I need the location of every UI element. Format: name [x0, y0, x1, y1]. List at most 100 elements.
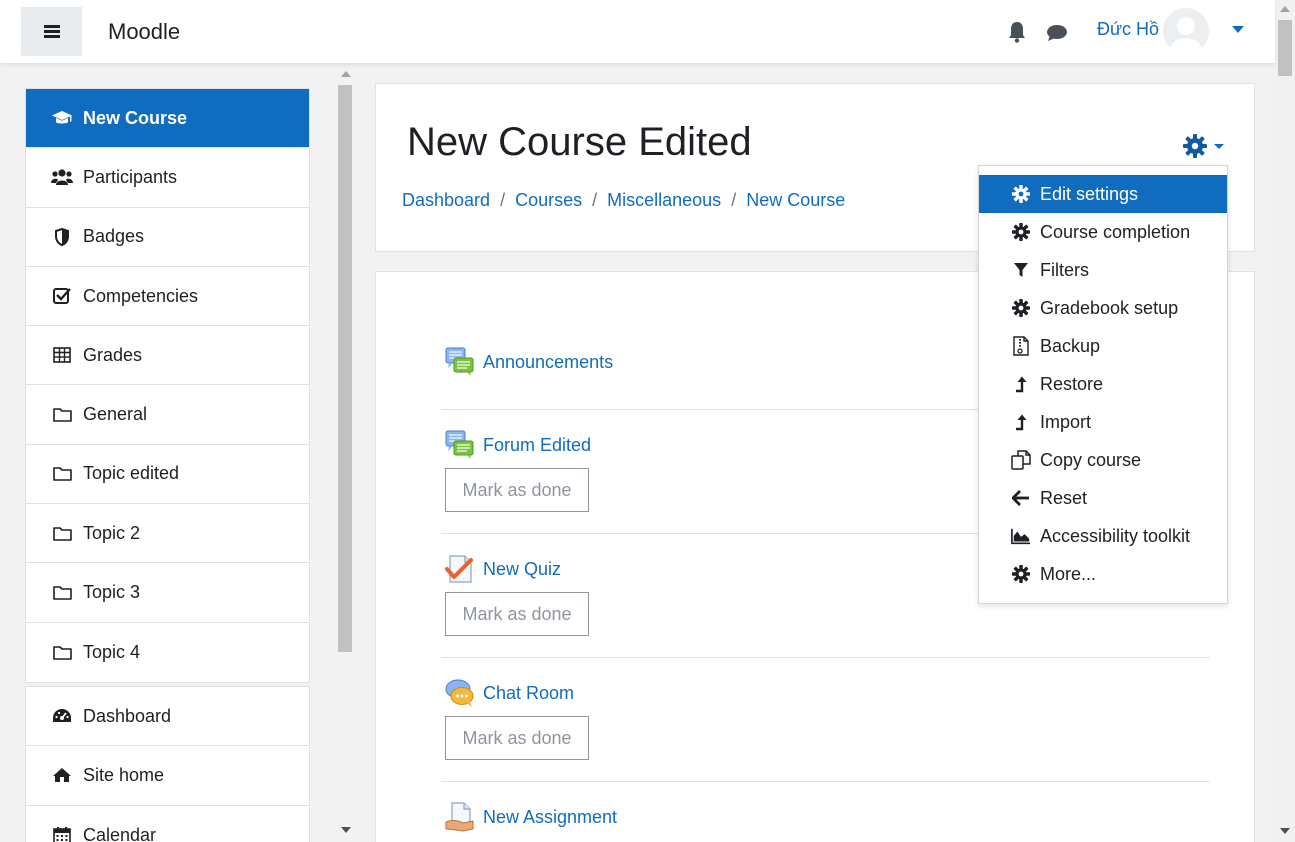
navbar: Moodle Đức Hồ: [0, 0, 1275, 63]
folder-icon: [51, 465, 73, 483]
menu-item-label: Import: [1040, 411, 1092, 432]
folder-icon: [51, 643, 73, 661]
sidebar-item-competencies[interactable]: Competencies: [26, 267, 309, 327]
breadcrumb-link[interactable]: New Course: [746, 190, 845, 211]
menu-item-edit-settings[interactable]: Edit settings: [979, 175, 1227, 213]
users-icon: [51, 168, 73, 186]
activity-item: Chat Room Mark as done: [441, 658, 1210, 782]
activity-item: New Assignment: [441, 782, 1210, 842]
activity-row: New Assignment: [445, 802, 617, 832]
activity-link[interactable]: Forum Edited: [483, 435, 591, 456]
sidebar-item-topic-edited[interactable]: Topic edited: [26, 445, 309, 505]
scroll-down-arrow-icon[interactable]: [1280, 828, 1290, 834]
sidebar-item-label: Participants: [83, 166, 178, 187]
sidebar-item-participants[interactable]: Participants: [26, 148, 309, 208]
menu-item-label: Copy course: [1040, 449, 1142, 470]
sidebar-item-label: New Course: [83, 107, 188, 128]
sidebar-item-label: Topic 2: [83, 522, 141, 543]
activity-link[interactable]: Announcements: [483, 352, 613, 373]
menu-item-label: Accessibility toolkit: [1040, 525, 1191, 546]
sidebar-item-dashboard[interactable]: Dashboard: [26, 687, 309, 747]
menu-item-label: Edit settings: [1040, 183, 1139, 204]
filter-icon: [1011, 260, 1031, 280]
menu-item-label: More...: [1040, 563, 1097, 584]
sidebar-item-topic-2[interactable]: Topic 2: [26, 504, 309, 564]
breadcrumb-link[interactable]: Dashboard: [402, 190, 490, 211]
scroll-up-arrow-icon[interactable]: [341, 71, 351, 77]
cog-icon: [1011, 298, 1031, 318]
menu-item-filters[interactable]: Filters: [979, 251, 1227, 289]
breadcrumb: Dashboard / Courses / Miscellaneous / New Cour…: [402, 190, 845, 211]
activity-row: Forum Edited: [445, 430, 591, 460]
menu-item-reset[interactable]: Reset: [979, 479, 1227, 517]
sidebar-item-label: Competencies: [83, 285, 199, 306]
nav-drawer: New Course Participants Badges Competencies…: [0, 63, 356, 842]
messages-icon[interactable]: [1046, 24, 1068, 42]
mark-as-done-button[interactable]: Mark as done: [445, 716, 589, 760]
scrollbar-thumb[interactable]: [1278, 20, 1292, 76]
sidebar-item-topic-4[interactable]: Topic 4: [26, 623, 309, 682]
sidebar-item-new-course[interactable]: New Course: [26, 89, 309, 149]
sidebar-item-calendar[interactable]: Calendar: [26, 806, 309, 842]
site-nav-group: Dashboard Site home Calendar: [25, 686, 310, 842]
activity-row: Announcements: [445, 347, 613, 377]
sidebar-item-label: Topic edited: [83, 463, 180, 484]
activity-link[interactable]: New Assignment: [483, 807, 617, 828]
checkbox-icon: [51, 287, 73, 305]
menu-item-backup[interactable]: Backup: [979, 327, 1227, 365]
home-icon: [51, 766, 73, 784]
file-archive-icon: [1011, 336, 1031, 356]
cog-icon: [1183, 134, 1207, 158]
menu-item-import[interactable]: Import: [979, 403, 1227, 441]
menu-item-course-completion[interactable]: Course completion: [979, 213, 1227, 251]
menu-item-label: Backup: [1040, 335, 1101, 356]
sidebar-item-site-home[interactable]: Site home: [26, 746, 309, 806]
breadcrumb-link[interactable]: Miscellaneous: [607, 190, 721, 211]
dashboard-icon: [51, 707, 73, 725]
sidebar-item-label: Calendar: [83, 824, 157, 842]
chat-icon: [445, 678, 475, 708]
sidebar-item-general[interactable]: General: [26, 385, 309, 445]
menu-item-more[interactable]: More...: [979, 555, 1227, 593]
course-admin-menu-button[interactable]: [1182, 132, 1232, 160]
level-up-icon: [1011, 374, 1031, 394]
avatar[interactable]: [1163, 8, 1209, 54]
copy-icon: [1011, 450, 1031, 470]
sidebar-item-label: Badges: [83, 226, 145, 247]
mark-as-done-button[interactable]: Mark as done: [445, 592, 589, 636]
mark-as-done-button[interactable]: Mark as done: [445, 468, 589, 512]
menu-item-accessibility-toolkit[interactable]: Accessibility toolkit: [979, 517, 1227, 555]
menu-item-copy-course[interactable]: Copy course: [979, 441, 1227, 479]
course-admin-dropdown: Edit settings Course completion Filters Gra…: [978, 165, 1228, 604]
activity-link[interactable]: Chat Room: [483, 683, 574, 704]
sidebar-item-label: Topic 3: [83, 582, 141, 603]
sidebar-item-grades[interactable]: Grades: [26, 326, 309, 386]
hamburger-icon: [43, 25, 60, 38]
forum-icon: [445, 347, 475, 377]
menu-item-label: Restore: [1040, 373, 1104, 394]
sidebar-item-badges[interactable]: Badges: [26, 208, 309, 267]
folder-icon: [51, 406, 73, 424]
breadcrumb-separator: /: [731, 190, 737, 210]
activity-link[interactable]: New Quiz: [483, 559, 561, 580]
site-brand[interactable]: Moodle: [108, 19, 180, 45]
cog-icon: [1011, 564, 1031, 584]
user-menu-caret-icon[interactable]: [1232, 26, 1244, 33]
bell-icon[interactable]: [1007, 21, 1027, 43]
menu-item-gradebook-setup[interactable]: Gradebook setup: [979, 289, 1227, 327]
scrollbar-thumb[interactable]: [338, 85, 352, 652]
sidebar-item-topic-3[interactable]: Topic 3: [26, 563, 309, 623]
breadcrumb-link[interactable]: Courses: [515, 190, 582, 211]
area-chart-icon: [1011, 526, 1031, 546]
activity-row: Chat Room: [445, 678, 574, 708]
graduation-cap-icon: [51, 109, 73, 127]
user-name[interactable]: Đức Hồ: [1097, 19, 1159, 40]
drawer-scrollbar[interactable]: [336, 63, 356, 842]
menu-item-restore[interactable]: Restore: [979, 365, 1227, 403]
sidebar-item-label: General: [83, 404, 148, 425]
level-up-icon: [1011, 412, 1031, 432]
page-scrollbar[interactable]: [1275, 0, 1295, 842]
drawer-toggle-button[interactable]: [21, 7, 82, 56]
scroll-up-arrow-icon[interactable]: [1280, 6, 1290, 12]
scroll-down-arrow-icon[interactable]: [341, 827, 351, 833]
